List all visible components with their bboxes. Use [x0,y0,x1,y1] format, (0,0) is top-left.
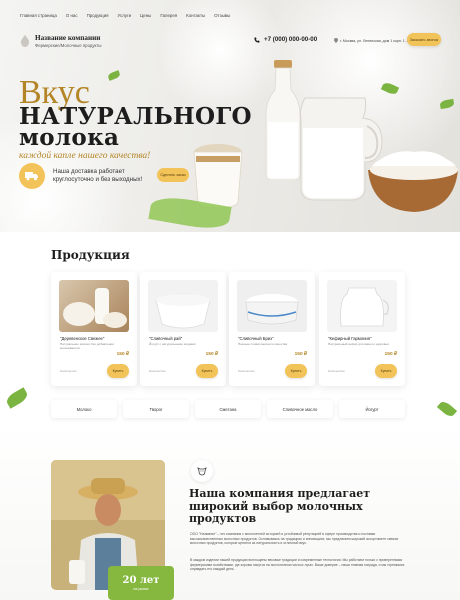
product-card[interactable]: "Деревенское Свежее" Натуральное молоко … [51,272,137,386]
years-badge: 20 лет на рынке [108,566,174,600]
top-navigation: Главная страница О нас Продукция Услуги … [20,13,230,18]
milk-drop-icon [20,35,30,47]
product-price: 150 ₽ [205,352,218,357]
hero-title-line3: молока [19,124,120,151]
product-name: "Кефирный Гармония" [328,336,372,341]
leaf-decoration [4,387,30,409]
phone-icon [254,37,260,43]
product-card[interactable]: "Сливочный рай" Йогурт с натуральными яг… [140,272,226,386]
product-name: "Сливочный Бриз" [238,336,274,341]
location-pin-icon [334,38,338,43]
product-description: Натуральный кефир для вашего здоровья [328,342,389,346]
hero-section: Главная страница О нас Продукция Услуги … [0,0,460,232]
company-logo[interactable]: Название компании Фермерские/Молочные пр… [20,34,102,48]
delivery-info: Наша доставка работает круглосуточно и б… [19,163,153,189]
category-sour-cream[interactable]: Сметана [195,400,261,418]
category-yogurt[interactable]: Йогурт [339,400,405,418]
product-description: Йогурт с натуральными ягодами [149,342,196,346]
truck-icon-badge [19,163,45,189]
phone-number: +7 (000) 000-00-00 [264,36,318,43]
years-number: 20 лет [122,575,160,586]
buy-button[interactable]: Купить [285,364,307,378]
hero-slogan: каждой капле нашего качества! [19,151,151,161]
nav-item-gallery[interactable]: Галерея [160,13,177,18]
product-name: "Сливочный рай" [149,336,183,341]
phone-contact[interactable]: +7 (000) 000-00-00 [254,36,317,43]
product-card[interactable]: "Кефирный Гармония" Натуральный кефир дл… [319,272,405,386]
nav-item-products[interactable]: Продукция [87,13,109,18]
cottage-cheese-bowl-image [368,151,458,212]
quantity-label[interactable]: Количество [328,369,345,373]
buy-button[interactable]: Купить [375,364,397,378]
product-price: 150 ₽ [294,352,307,357]
product-name: "Деревенское Свежее" [60,336,105,341]
about-paragraph-1: ООО "Название" – это компания с многолет… [190,532,399,546]
product-image [237,280,307,332]
about-paragraph-2: В каждом изделии нашей продукции воплоще… [190,558,405,572]
sour-cream-jar-image [193,144,243,209]
years-caption: на рынке [133,587,149,591]
product-image [59,280,129,332]
truck-icon [25,172,38,181]
company-subtitle: Фермерские/Молочные продукты [35,43,102,48]
product-price: 150 ₽ [384,352,397,357]
leaf-decoration [436,399,458,419]
buy-button[interactable]: Купить [196,364,218,378]
callback-button[interactable]: Заказать звонок [407,33,441,46]
about-badge [191,460,213,482]
nav-item-about[interactable]: О нас [66,13,78,18]
quantity-label[interactable]: Количество [149,369,166,373]
nav-item-contacts[interactable]: Контакты [186,13,205,18]
category-cottage-cheese[interactable]: Творог [123,400,189,418]
quantity-label[interactable]: Количество [238,369,255,373]
about-heading: Наша компания предлагает широкий выбор м… [189,487,371,526]
delivery-text: Наша доставка работает круглосуточно и б… [53,168,143,183]
address: г. Москва, ул. Ленинская, дом 1 корп. 1,… [334,38,419,43]
nav-item-home[interactable]: Главная страница [20,13,57,18]
nav-item-services[interactable]: Услуги [118,13,132,18]
make-order-button[interactable]: Сделать заказ [157,168,189,182]
company-name: Название компании [35,34,101,42]
product-image [148,280,218,332]
category-butter[interactable]: Сливочное масло [267,400,333,418]
product-image [327,280,397,332]
product-price: 150 ₽ [116,352,129,357]
category-milk[interactable]: Молоко [51,400,117,418]
products-heading: Продукция [51,248,130,262]
product-description: Натуральное молоко без добавления консер… [60,342,114,350]
buy-button[interactable]: Купить [107,364,129,378]
product-description: Нежные сливки высшего качества [238,342,288,346]
nav-item-reviews[interactable]: Отзывы [214,13,230,18]
product-card[interactable]: "Сливочный Бриз" Нежные сливки высшего к… [229,272,315,386]
leaf-decoration [107,70,121,81]
cow-icon [197,467,207,476]
nav-item-prices[interactable]: Цены [140,13,151,18]
quantity-label[interactable]: Количество [60,369,77,373]
